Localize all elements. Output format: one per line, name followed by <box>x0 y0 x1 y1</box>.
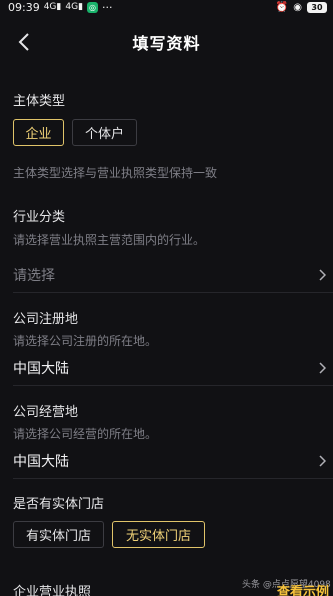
page-title: 填写资料 <box>132 34 201 53</box>
divider <box>13 292 333 293</box>
operating-location-select[interactable]: 中国大陆 <box>13 449 327 473</box>
app-notification-icon: ◎ <box>87 1 99 13</box>
operating-location-value: 中国大陆 <box>13 454 69 470</box>
chevron-right-icon <box>317 454 327 468</box>
store-option-no-store[interactable]: 无实体门店 <box>112 521 205 548</box>
back-button[interactable] <box>12 28 36 56</box>
operating-location-hint: 请选择公司经营的所在地。 <box>13 427 158 441</box>
nav-bar: 填写资料 <box>0 14 333 70</box>
entity-option-enterprise[interactable]: 企业 <box>13 119 64 146</box>
registered-location-select[interactable]: 中国大陆 <box>13 356 327 380</box>
status-time: 09:39 <box>8 0 40 14</box>
registered-location-label: 公司注册地 <box>13 312 79 327</box>
alarm-icon: ⏰ <box>275 1 289 13</box>
entity-type-hint: 主体类型选择与营业执照类型保持一致 <box>13 166 218 180</box>
store-option-has-store[interactable]: 有实体门店 <box>13 521 104 548</box>
operating-location-label: 公司经营地 <box>13 405 79 420</box>
industry-select[interactable]: 请选择 <box>13 263 327 287</box>
wifi-icon: ◉ <box>293 1 302 13</box>
signal-icon-2: 4G▮ <box>65 2 84 12</box>
chevron-right-icon <box>317 361 327 375</box>
status-bar: 09:39 4G▮ 4G▮ ◎ ··· ⏰ ◉ 30 <box>0 0 333 14</box>
signal-icon: 4G▮ <box>43 2 62 12</box>
industry-hint: 请选择营业执照主营范围内的行业。 <box>13 233 206 247</box>
divider <box>13 478 333 479</box>
battery-icon: 30 <box>307 1 327 13</box>
status-left: 09:39 4G▮ 4G▮ ◎ ··· <box>8 1 113 14</box>
registered-location-hint: 请选择公司注册的所在地。 <box>13 334 158 348</box>
entity-option-individual[interactable]: 个体户 <box>72 119 137 146</box>
status-right: ⏰ ◉ 30 <box>275 1 327 13</box>
more-notifications-icon: ··· <box>102 0 113 14</box>
industry-label: 行业分类 <box>13 210 66 225</box>
chevron-right-icon <box>317 268 327 282</box>
industry-select-placeholder: 请选择 <box>13 268 55 284</box>
chevron-left-icon <box>18 33 29 51</box>
divider <box>13 385 333 386</box>
business-license-label: 企业营业执照 <box>13 585 92 596</box>
view-sample-link[interactable]: 查看示例 <box>277 581 329 596</box>
registered-location-value: 中国大陆 <box>13 361 69 377</box>
entity-type-label: 主体类型 <box>13 94 66 109</box>
physical-store-label: 是否有实体门店 <box>13 497 105 512</box>
